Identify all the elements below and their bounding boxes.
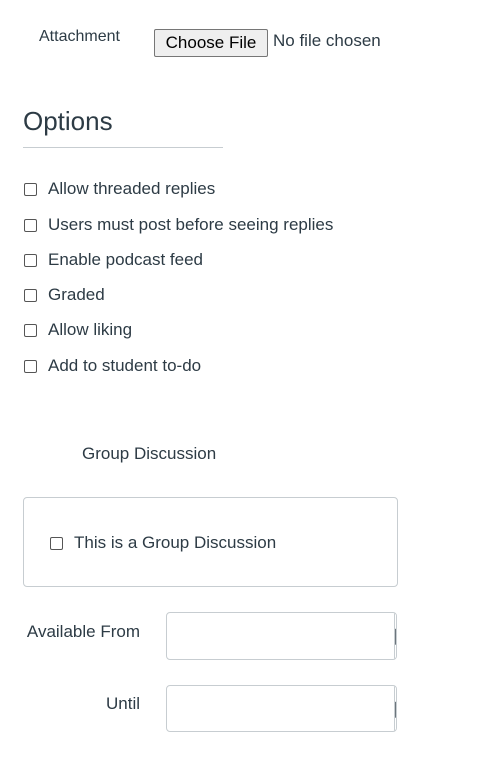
option-allow-liking[interactable]: Allow liking	[24, 319, 132, 341]
available-from-input[interactable]	[167, 613, 394, 659]
attachment-label: Attachment	[39, 28, 120, 45]
option-label: Add to student to-do	[48, 356, 202, 375]
options-heading: Options	[23, 106, 113, 136]
until-label: Until	[105, 694, 140, 713]
option-users-must-post[interactable]: Users must post before seeing replies	[24, 214, 333, 236]
option-label: Allow liking	[48, 320, 133, 339]
calendar-icon	[395, 701, 396, 718]
group-discussion-checkbox-label: This is a Group Discussion	[74, 533, 277, 552]
until-calendar-button[interactable]	[394, 686, 396, 731]
allow-threaded-replies-checkbox[interactable]	[24, 182, 37, 196]
group-discussion-label: Group Discussion	[82, 444, 217, 463]
until-field	[166, 685, 397, 732]
available-from-label: Available From	[26, 622, 140, 641]
available-from-field	[166, 612, 397, 660]
option-label: Users must post before seeing replies	[48, 215, 334, 234]
graded-checkbox[interactable]	[24, 288, 37, 302]
options-divider	[23, 147, 223, 148]
option-label: Allow threaded replies	[48, 179, 216, 198]
users-must-post-checkbox[interactable]	[24, 218, 37, 232]
option-label: Graded	[48, 285, 105, 304]
option-add-to-student-todo[interactable]: Add to student to-do	[24, 355, 201, 377]
option-label: Enable podcast feed	[48, 250, 204, 269]
group-discussion-checkbox[interactable]	[50, 536, 63, 550]
group-discussion-option[interactable]: This is a Group Discussion	[50, 532, 276, 554]
available-from-calendar-button[interactable]	[394, 613, 396, 659]
enable-podcast-feed-checkbox[interactable]	[24, 253, 37, 267]
add-to-student-todo-checkbox[interactable]	[24, 359, 37, 373]
choose-file-button[interactable]: Choose File	[154, 29, 268, 57]
until-input[interactable]	[167, 686, 394, 731]
option-allow-threaded-replies[interactable]: Allow threaded replies	[24, 178, 215, 200]
allow-liking-checkbox[interactable]	[24, 323, 37, 337]
option-graded[interactable]: Graded	[24, 284, 105, 306]
file-status-text: No file chosen	[273, 31, 381, 50]
calendar-icon	[395, 628, 396, 645]
option-enable-podcast-feed[interactable]: Enable podcast feed	[24, 249, 203, 271]
